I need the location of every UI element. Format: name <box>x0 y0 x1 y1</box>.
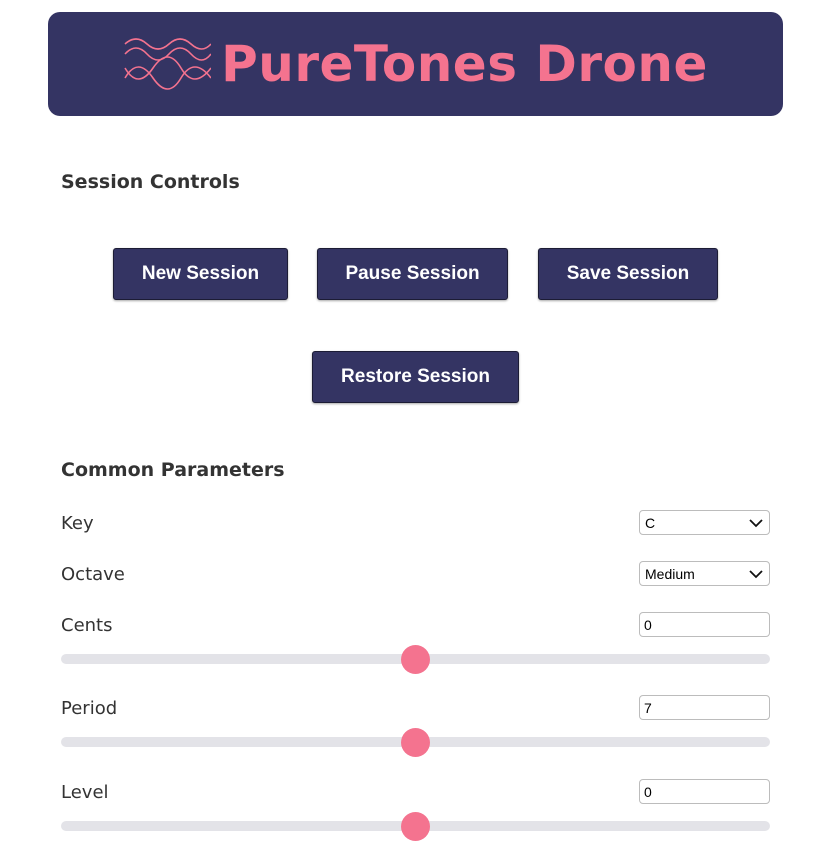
period-slider[interactable] <box>61 728 770 757</box>
app-header: PureTones Drone <box>48 12 783 116</box>
octave-select-value: Medium <box>645 565 695 582</box>
cents-label: Cents <box>61 615 113 636</box>
key-select[interactable]: C <box>639 510 770 535</box>
session-controls-heading: Session Controls <box>61 171 240 193</box>
new-session-button[interactable]: New Session <box>113 248 288 300</box>
period-label: Period <box>61 698 118 719</box>
key-select-value: C <box>645 514 656 531</box>
period-slider-thumb[interactable] <box>401 728 430 757</box>
pause-session-button[interactable]: Pause Session <box>317 248 508 300</box>
key-label: Key <box>61 513 94 534</box>
level-input[interactable] <box>639 779 770 804</box>
sine-waves-icon <box>124 38 212 90</box>
octave-select[interactable]: Medium <box>639 561 770 586</box>
chevron-down-icon <box>749 570 763 579</box>
restore-session-button[interactable]: Restore Session <box>312 351 519 403</box>
save-session-button[interactable]: Save Session <box>538 248 718 300</box>
level-label: Level <box>61 782 109 803</box>
cents-slider[interactable] <box>61 645 770 674</box>
level-slider[interactable] <box>61 812 770 841</box>
octave-label: Octave <box>61 564 125 585</box>
level-slider-thumb[interactable] <box>401 812 430 841</box>
period-input[interactable] <box>639 695 770 720</box>
app-title: PureTones Drone <box>221 35 708 93</box>
cents-slider-thumb[interactable] <box>401 645 430 674</box>
chevron-down-icon <box>749 519 763 528</box>
cents-input[interactable] <box>639 612 770 637</box>
common-parameters-heading: Common Parameters <box>61 459 285 481</box>
